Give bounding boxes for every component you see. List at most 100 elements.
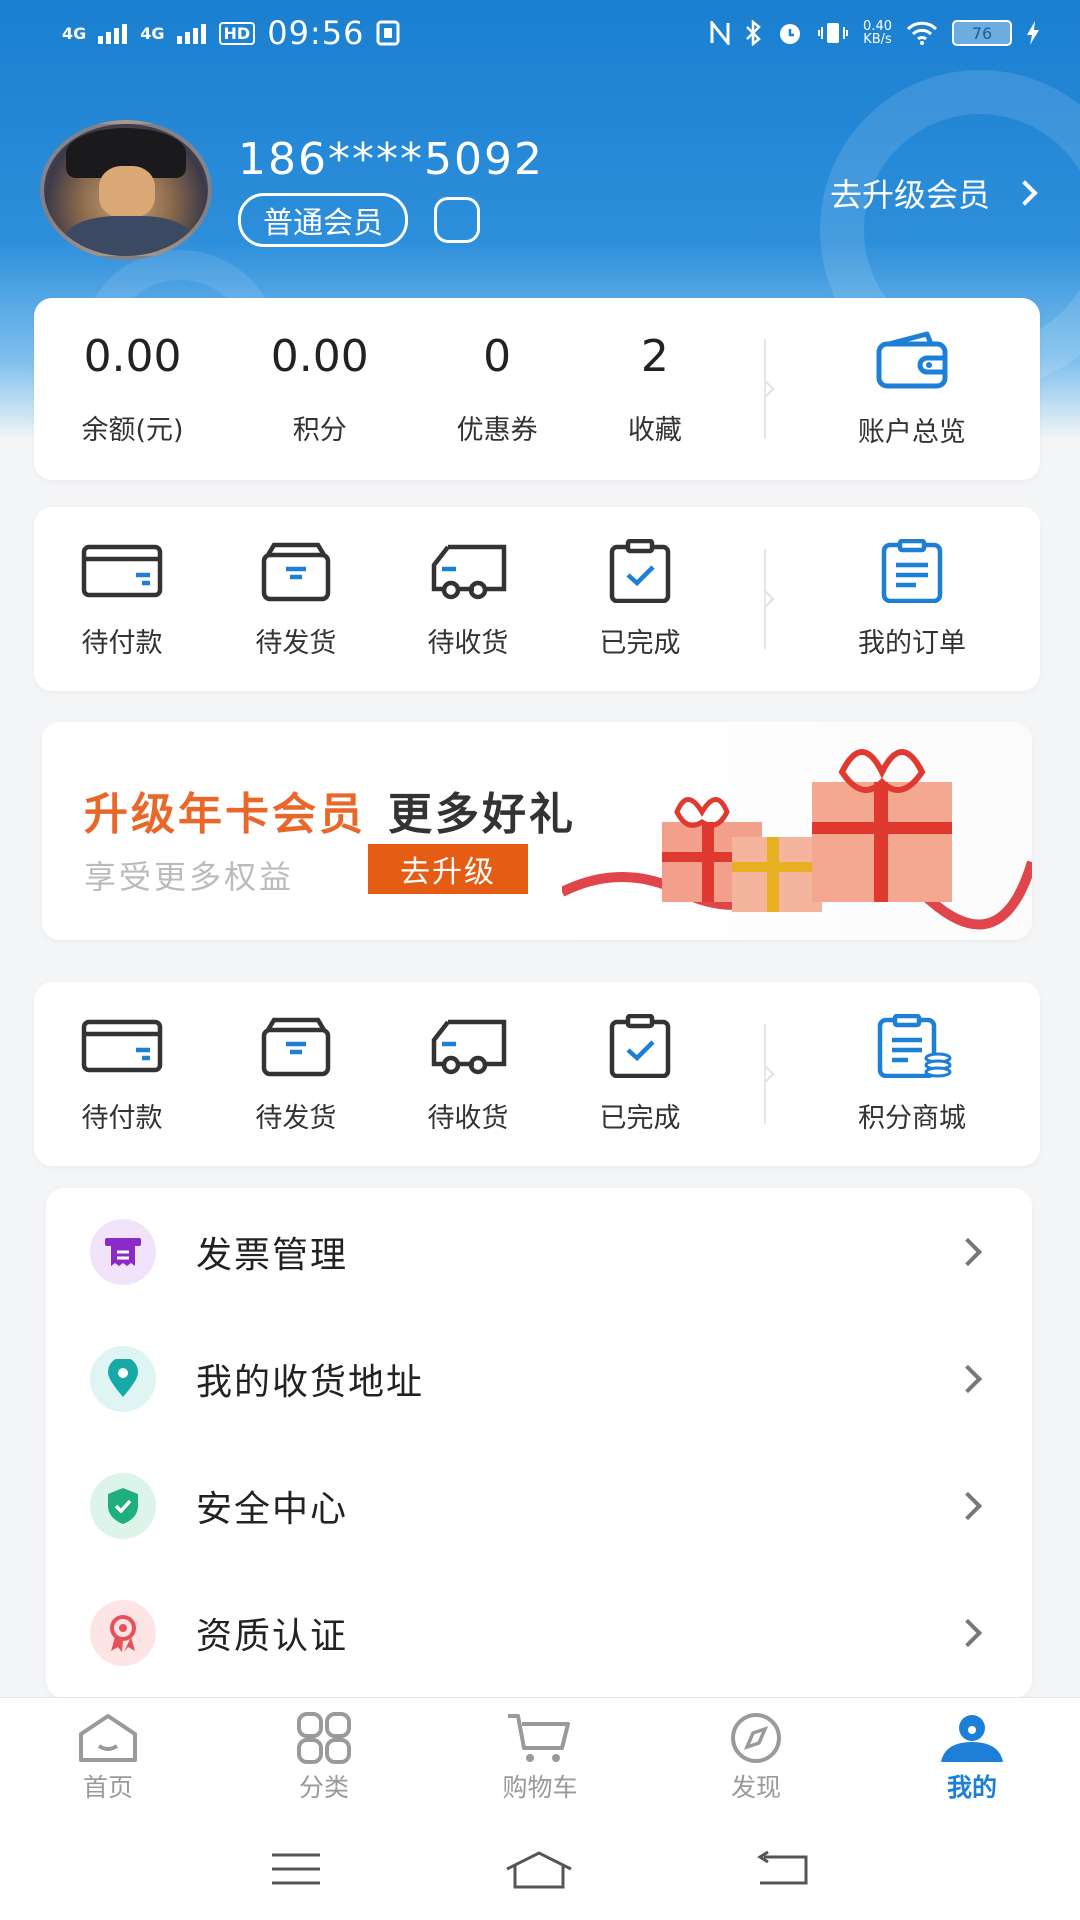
order-pending-shipment[interactable]: 待发货	[210, 507, 382, 691]
menu-label: 资质认证	[196, 1615, 349, 1657]
tab-label: 分类	[298, 1772, 349, 1802]
signal-4g-label: 4G	[62, 23, 87, 43]
banner-upgrade-button[interactable]: 去升级	[368, 844, 528, 894]
tab-label: 首页	[82, 1772, 133, 1802]
user-profile: 186****5092 普通会员	[40, 120, 544, 260]
stat-balance[interactable]: 0.00 余额(元)	[34, 298, 231, 480]
charging-icon	[1027, 21, 1039, 45]
member-level-badge: 普通会员	[238, 192, 408, 247]
stat-label: 优惠券	[456, 415, 538, 446]
order-pending-shipment[interactable]: 待发货	[210, 982, 382, 1166]
truck-icon	[431, 1019, 507, 1074]
points-mall-icon	[877, 1013, 952, 1078]
order-label: 待付款	[81, 627, 163, 659]
banner-title: 升级年卡会员 更多好礼	[84, 789, 576, 840]
box-icon	[261, 1017, 331, 1076]
order-pending-payment[interactable]: 待付款	[34, 507, 210, 691]
category-grid-icon	[297, 1711, 351, 1764]
tab-home[interactable]: 首页	[0, 1698, 216, 1817]
points-mall-label: 积分商城	[857, 1102, 966, 1134]
order-label: 已完成	[599, 627, 681, 659]
chevron-right-icon	[953, 1237, 983, 1267]
vibrate-icon	[818, 23, 849, 43]
stat-points[interactable]: 0.00 积分	[231, 298, 408, 480]
order-label: 待收货	[427, 1102, 509, 1134]
banner-subtitle: 享受更多权益	[84, 858, 295, 896]
upgrade-member-link[interactable]: 去升级会员	[829, 170, 1038, 216]
card-payment-icon	[81, 1019, 163, 1072]
member-status-icon	[434, 196, 480, 243]
alarm-icon	[780, 24, 801, 44]
divider	[763, 1024, 766, 1124]
user-icon	[941, 1714, 1003, 1762]
avatar[interactable]	[40, 120, 212, 260]
network-speed: 0.40 KB/s	[863, 19, 892, 47]
back-icon[interactable]	[756, 1850, 810, 1887]
notification-icon	[376, 20, 400, 46]
shield-check-icon	[90, 1472, 156, 1539]
menu-label: 发票管理	[196, 1234, 349, 1276]
home-nav-icon[interactable]	[503, 1849, 575, 1889]
hd-badge: HD	[218, 21, 256, 45]
settings-menu: 发票管理 我的收货地址 安全中心 资质认证	[46, 1188, 1032, 1698]
order-label: 待发货	[255, 627, 337, 659]
clock-time: 09:56	[267, 14, 365, 52]
upgrade-member-label: 去升级会员	[829, 176, 990, 214]
status-bar: 4G 4G HD 09:56 0.40 KB/s 76	[0, 0, 1080, 66]
location-pin-icon	[90, 1345, 156, 1412]
order-pending-receipt[interactable]: 待收货	[382, 982, 554, 1166]
menu-item-security[interactable]: 安全中心	[46, 1442, 1032, 1569]
signal-bars-icon	[98, 24, 128, 44]
menu-icon[interactable]	[270, 1851, 322, 1887]
tab-label: 购物车	[502, 1772, 578, 1802]
tab-discover[interactable]: 发现	[648, 1698, 864, 1817]
stat-value: 0	[483, 331, 512, 382]
upgrade-banner[interactable]: 升级年卡会员 更多好礼 享受更多权益 去升级	[42, 722, 1032, 940]
my-orders-button[interactable]: 我的订单	[784, 507, 1040, 691]
invoice-icon	[90, 1218, 156, 1285]
tab-label: 我的	[946, 1772, 997, 1802]
order-label: 待收货	[427, 627, 509, 659]
order-pending-payment[interactable]: 待付款	[34, 982, 210, 1166]
clipboard-check-icon	[609, 1013, 671, 1078]
clipboard-check-icon	[609, 538, 671, 603]
chevron-right-icon	[953, 1364, 983, 1394]
stat-value: 0.00	[83, 331, 182, 382]
chevron-right-icon	[1012, 180, 1038, 206]
menu-label: 我的收货地址	[196, 1361, 425, 1403]
orders-card: 待付款 待发货 待收货 已完成 我的订单	[34, 507, 1040, 691]
menu-label: 安全中心	[196, 1488, 349, 1530]
menu-item-address[interactable]: 我的收货地址	[46, 1315, 1032, 1442]
stat-label: 余额(元)	[81, 415, 184, 446]
wifi-icon	[906, 21, 938, 45]
points-mall-button[interactable]: 积分商城	[784, 982, 1040, 1166]
my-orders-label: 我的订单	[857, 627, 966, 659]
compass-icon	[731, 1712, 781, 1763]
home-icon	[79, 1713, 137, 1762]
system-navigation-bar	[0, 1817, 1080, 1920]
account-overview-label: 账户总览	[857, 416, 966, 448]
order-label: 已完成	[599, 1102, 681, 1134]
account-overview-button[interactable]: 账户总览	[784, 298, 1040, 480]
divider	[763, 339, 766, 439]
chevron-right-icon	[953, 1618, 983, 1648]
stat-label: 收藏	[627, 415, 682, 446]
divider	[763, 549, 766, 649]
points-orders-card: 待付款 待发货 待收货 已完成 积分商城	[34, 982, 1040, 1166]
order-label: 待发货	[255, 1102, 337, 1134]
stat-favorites[interactable]: 2 收藏	[586, 298, 724, 480]
order-pending-receipt[interactable]: 待收货	[382, 507, 554, 691]
menu-item-qualification[interactable]: 资质认证	[46, 1569, 1032, 1696]
bluetooth-icon	[746, 20, 761, 46]
signal-bars-icon-2	[176, 24, 206, 44]
tab-mine[interactable]: 我的	[864, 1698, 1080, 1817]
order-completed[interactable]: 已完成	[554, 507, 726, 691]
card-payment-icon	[81, 544, 163, 597]
menu-item-invoice[interactable]: 发票管理	[46, 1188, 1032, 1315]
order-completed[interactable]: 已完成	[554, 982, 726, 1166]
stat-label: 积分	[292, 415, 347, 446]
tab-category[interactable]: 分类	[216, 1698, 432, 1817]
stat-coupons[interactable]: 0 优惠券	[408, 298, 585, 480]
tab-cart[interactable]: 购物车	[432, 1698, 648, 1817]
tab-label: 发现	[730, 1772, 781, 1802]
